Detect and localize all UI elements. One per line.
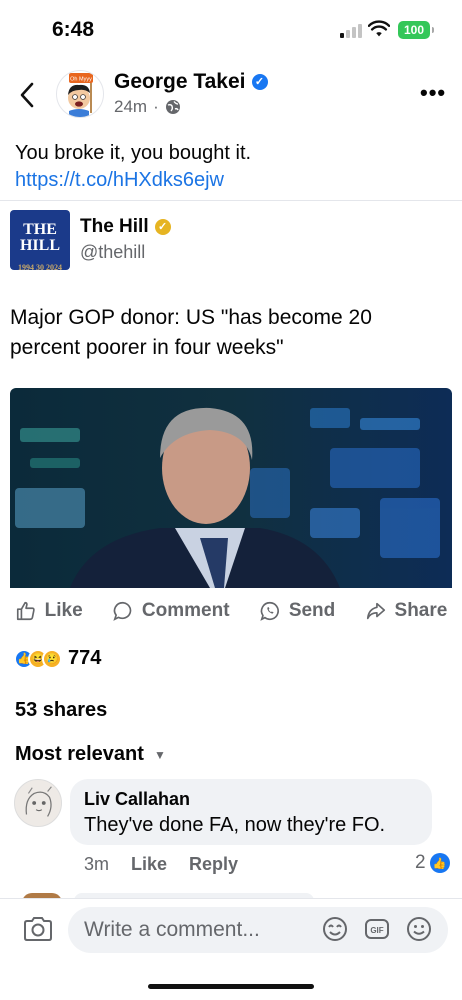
comment-bubble[interactable]: Liv Callahan They've done FA, now they'r… bbox=[70, 779, 432, 845]
the-hill-logo[interactable]: THE HILL 1994 30 2024 bbox=[10, 210, 70, 272]
sad-reaction-icon: 😢 bbox=[42, 648, 62, 669]
avatar-sticker-icon[interactable] bbox=[322, 916, 348, 942]
whatsapp-icon bbox=[260, 601, 279, 621]
battery-icon: 100 bbox=[398, 21, 434, 39]
post-caption: You broke it, you bought it. https://t.c… bbox=[15, 140, 251, 194]
comment-button[interactable]: Comment bbox=[112, 600, 230, 622]
author-name[interactable]: George Takei bbox=[114, 70, 246, 94]
logo-years: 1994 30 2024 bbox=[18, 263, 62, 272]
comment-like-count: 2 bbox=[415, 852, 426, 873]
signal-icon bbox=[340, 22, 362, 38]
back-icon[interactable] bbox=[16, 80, 38, 110]
share-button[interactable]: Share bbox=[365, 600, 448, 622]
comment-sort-label: Most relevant bbox=[15, 743, 144, 765]
comment-like-button[interactable]: Like bbox=[131, 854, 167, 875]
status-bar: 6:48 100 bbox=[0, 0, 462, 60]
share-label: Share bbox=[394, 600, 448, 621]
embed-text: Major GOP donor: US "has become 20 perce… bbox=[10, 306, 372, 359]
author-name-row[interactable]: George Takei ✓ bbox=[114, 70, 268, 94]
share-count[interactable]: 53 shares bbox=[15, 699, 107, 722]
gif-icon[interactable]: GIF bbox=[364, 916, 390, 942]
status-time: 6:48 bbox=[52, 18, 95, 41]
comment-label: Comment bbox=[141, 600, 230, 621]
more-options-icon[interactable]: ••• bbox=[420, 80, 446, 106]
embed-handle[interactable]: @thehill bbox=[80, 242, 145, 263]
verified-badge-icon: ✓ bbox=[251, 74, 268, 90]
embed-name[interactable]: The Hill bbox=[80, 216, 149, 238]
share-arrow-icon bbox=[366, 602, 385, 620]
emoji-icon[interactable] bbox=[406, 916, 432, 942]
gold-verified-icon: ✓ bbox=[154, 219, 171, 235]
divider bbox=[0, 200, 462, 201]
meta-dot: · bbox=[153, 97, 159, 116]
comment-text: They've done FA, now they're FO. bbox=[84, 814, 386, 836]
action-bar: Like Comment Send Share bbox=[0, 596, 462, 626]
globe-icon bbox=[165, 100, 180, 114]
comment-input[interactable]: Write a comment... bbox=[68, 907, 448, 953]
commenter-avatar[interactable] bbox=[14, 779, 62, 827]
author-avatar[interactable]: Oh Myyy bbox=[56, 70, 104, 118]
commenter-name[interactable]: Liv Callahan bbox=[84, 789, 418, 810]
reaction-count: 774 bbox=[68, 647, 102, 669]
send-button[interactable]: Send bbox=[259, 600, 335, 622]
photo-illustration bbox=[10, 388, 452, 588]
post-time: 24m bbox=[114, 97, 148, 116]
commenter-avatar-drawing bbox=[25, 786, 52, 817]
wifi-icon bbox=[368, 20, 390, 37]
post-meta: 24m · bbox=[114, 97, 181, 117]
comment-icon bbox=[113, 601, 132, 621]
comment-meta: 3m Like Reply bbox=[84, 854, 238, 875]
home-indicator[interactable] bbox=[148, 984, 314, 989]
avatar-sign-text: Oh Myyy bbox=[70, 77, 92, 83]
like-button[interactable]: Like bbox=[15, 600, 83, 622]
avatar-illustration: Oh Myyy bbox=[68, 73, 93, 117]
camera-icon[interactable] bbox=[22, 915, 54, 943]
comment-time: 3m bbox=[84, 854, 110, 874]
thumbs-up-icon bbox=[16, 601, 35, 621]
caption-link[interactable]: https://t.co/hHXdks6ejw bbox=[15, 167, 251, 194]
embed-name-row[interactable]: The Hill ✓ bbox=[80, 216, 171, 238]
logo-line2: HILL bbox=[19, 237, 60, 254]
comment-sort[interactable]: Most relevant ▼ bbox=[15, 743, 166, 766]
comment-like-icon: 👍 bbox=[429, 853, 450, 873]
chevron-down-icon: ▼ bbox=[153, 747, 166, 762]
post-photo[interactable] bbox=[10, 388, 452, 588]
logo-line1: THE bbox=[23, 221, 57, 238]
comment-reply-button[interactable]: Reply bbox=[189, 854, 238, 875]
send-label: Send bbox=[288, 600, 336, 621]
gif-text: GIF bbox=[370, 926, 383, 935]
comment-likes[interactable]: 2 👍 bbox=[415, 852, 450, 874]
like-label: Like bbox=[44, 600, 83, 621]
reactions-summary[interactable]: 👍 😆 😢 774 bbox=[14, 647, 101, 670]
caption-text: You broke it, you bought it. bbox=[15, 142, 252, 164]
